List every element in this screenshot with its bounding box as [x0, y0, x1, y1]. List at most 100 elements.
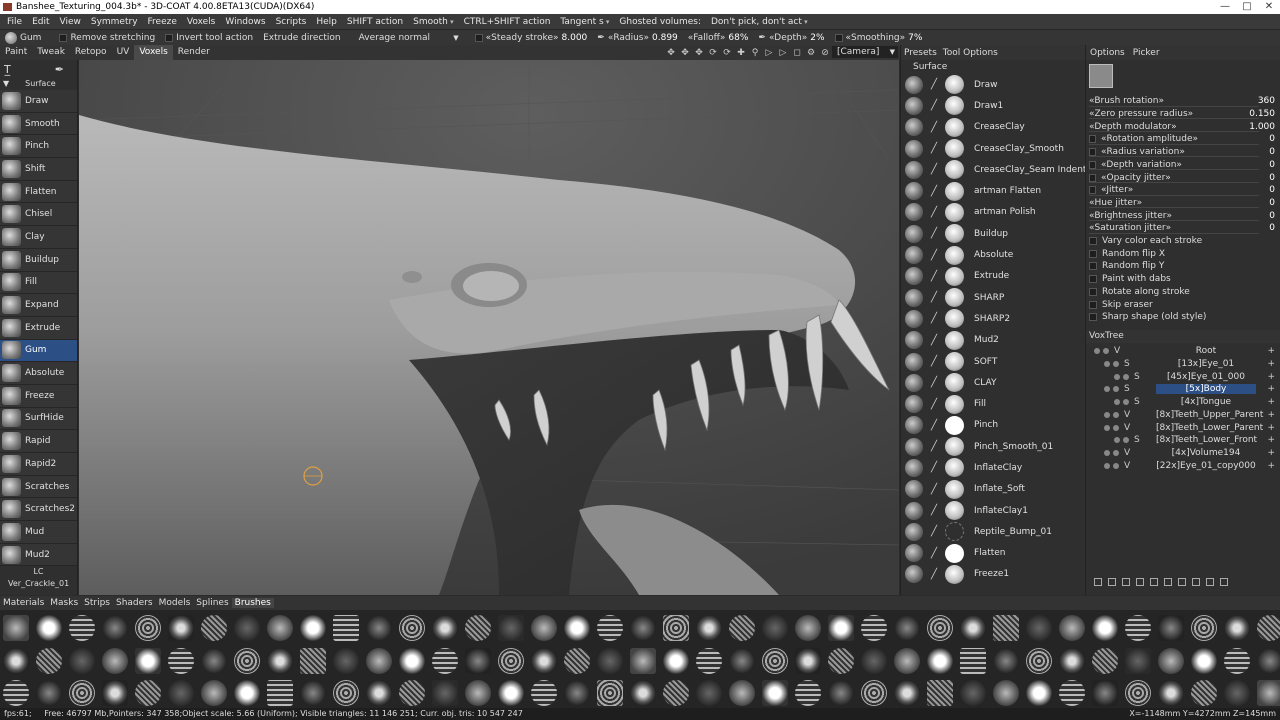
brush-alpha-cell[interactable] — [33, 677, 66, 708]
voxtree-add-icon[interactable] — [1094, 578, 1102, 586]
tab-brushes[interactable]: Brushes — [231, 598, 274, 608]
visibility-eye-icon[interactable] — [1104, 386, 1110, 393]
tool-gum[interactable]: Gum — [0, 339, 77, 363]
brush-alpha-cell[interactable] — [66, 645, 99, 677]
tab-tool-options[interactable]: Tool Options — [940, 48, 1001, 58]
brush-alpha-cell[interactable] — [891, 612, 924, 644]
brush-alpha-cell[interactable] — [495, 645, 528, 677]
tool-draw[interactable]: Draw — [0, 90, 77, 113]
brush-alpha-cell[interactable] — [990, 645, 1023, 677]
brush-alpha-cell[interactable] — [990, 612, 1023, 644]
menu-item-tangent-s[interactable]: Tangent s — [555, 14, 614, 30]
menu-item-smooth[interactable]: Smooth — [408, 14, 458, 30]
voxtree-copy-icon[interactable] — [1122, 578, 1130, 586]
brush-alpha-cell[interactable] — [33, 612, 66, 644]
slider-track[interactable] — [1089, 105, 1259, 107]
tool-smooth[interactable]: Smooth — [0, 112, 77, 136]
slider-saturation-jitter[interactable]: «Saturation jitter» 0 — [1089, 222, 1279, 235]
brush-alpha-cell[interactable] — [33, 645, 66, 677]
preset-sharp[interactable]: ╱ SHARP — [901, 287, 1085, 308]
brush-alpha-cell[interactable] — [957, 645, 990, 677]
brush-alpha-cell[interactable] — [396, 677, 429, 708]
brush-alpha-cell[interactable] — [1154, 612, 1187, 644]
preset-creaseclay-seam-indent[interactable]: ╱ CreaseClay_Seam Indent — [901, 159, 1086, 180]
lock-icon[interactable] — [1113, 386, 1119, 393]
slider-depth-variation[interactable]: «Depth variation» 0 — [1089, 159, 1279, 172]
play-icon[interactable]: ▷ — [763, 47, 775, 59]
brush-alpha-cell[interactable] — [330, 612, 363, 644]
tab-shaders[interactable]: Shaders — [113, 598, 156, 608]
add-child-icon[interactable]: + — [1267, 410, 1275, 420]
brush-alpha-cell[interactable] — [198, 677, 231, 708]
fit-icon[interactable]: ◻ — [791, 47, 803, 59]
add-child-icon[interactable]: + — [1267, 359, 1275, 369]
tool-absolute[interactable]: Absolute — [0, 362, 77, 385]
add-child-icon[interactable]: + — [1267, 346, 1275, 356]
collapse-icon[interactable]: ▼ — [3, 78, 9, 90]
brush-alpha-cell[interactable] — [957, 612, 990, 644]
preset-reptile-bump-01[interactable]: ╱ Reptile_Bump_01 — [901, 521, 1085, 542]
menu-item-don-t-pick-don-t-act[interactable]: Don't pick, don't act — [706, 14, 813, 30]
brush-alpha-cell[interactable] — [1088, 645, 1121, 677]
visibility-eye-icon[interactable] — [1104, 462, 1110, 469]
brush-alpha-cell[interactable] — [990, 677, 1023, 708]
menu-item-shift-action[interactable]: SHIFT action — [342, 14, 408, 30]
lock-icon[interactable] — [1113, 411, 1119, 418]
preset-sharp2[interactable]: ╱ SHARP2 — [901, 308, 1085, 329]
preset-buildup[interactable]: ╱ Buildup — [901, 223, 1085, 244]
tool-mud[interactable]: Mud — [0, 521, 77, 544]
extrude-direction-select[interactable]: Average normal ▼ — [354, 33, 464, 43]
brush-alpha-cell[interactable] — [1253, 645, 1280, 677]
brush-alpha-cell[interactable] — [1187, 677, 1220, 708]
3d-viewport[interactable] — [79, 60, 899, 595]
brush-alpha-cell[interactable] — [726, 612, 759, 644]
preset-clay[interactable]: ╱ CLAY — [901, 372, 1085, 393]
voxtree-clone-icon[interactable] — [1164, 578, 1172, 586]
tool-fill[interactable]: Fill — [0, 271, 77, 295]
brush-alpha-cell[interactable] — [528, 677, 561, 708]
slider-track[interactable] — [1089, 143, 1259, 145]
checkbox[interactable] — [1089, 287, 1097, 296]
depth-field[interactable]: ✒ «Depth» 2% — [753, 33, 829, 43]
preset-inflateclay1[interactable]: ╱ InflateClay1 — [901, 500, 1085, 521]
preset-creaseclay[interactable]: ╱ CreaseClay — [901, 117, 1085, 138]
brush-alpha-cell[interactable] — [99, 612, 132, 644]
brush-alpha-cell[interactable] — [1253, 612, 1280, 644]
slider-brightness-jitter[interactable]: «Brightness jitter» 0 — [1089, 209, 1279, 222]
move-icon[interactable]: ✚ — [735, 47, 747, 59]
slider-track[interactable] — [1089, 156, 1259, 158]
brush-alpha-cell[interactable] — [1023, 645, 1056, 677]
tab-uv[interactable]: UV — [112, 45, 135, 60]
brush-alpha-cell[interactable] — [825, 677, 858, 708]
add-child-icon[interactable]: + — [1267, 397, 1275, 407]
rotate-view-icon[interactable]: ⟳ — [707, 47, 719, 59]
slider-jitter[interactable]: «Jitter» 0 — [1089, 184, 1279, 197]
brush-alpha-cell[interactable] — [297, 645, 330, 677]
brush-alpha-cell[interactable] — [231, 645, 264, 677]
preset-inflate-soft[interactable]: ╱ Inflate_Soft — [901, 479, 1085, 500]
tab-picker[interactable]: Picker — [1129, 48, 1164, 58]
slider-opacity-jitter[interactable]: «Opacity jitter» 0 — [1089, 171, 1279, 184]
tab-models[interactable]: Models — [156, 598, 194, 608]
tool-extrude[interactable]: Extrude — [0, 316, 77, 340]
pen-pressure-icon[interactable] — [1089, 148, 1096, 157]
brush-alpha-cell[interactable] — [462, 645, 495, 677]
brush-alpha-cell[interactable] — [1187, 612, 1220, 644]
tab-strips[interactable]: Strips — [81, 598, 113, 608]
brush-alpha-cell[interactable] — [1220, 645, 1253, 677]
tab-presets[interactable]: Presets — [901, 48, 940, 58]
add-child-icon[interactable]: + — [1267, 384, 1275, 394]
brush-alpha-cell[interactable] — [330, 645, 363, 677]
no-symbol-icon[interactable]: ⊘ — [819, 47, 831, 59]
lock-icon[interactable] — [1113, 361, 1119, 368]
brush-alpha-cell[interactable] — [396, 645, 429, 677]
menu-item-help[interactable]: Help — [311, 14, 342, 30]
slider-track[interactable] — [1089, 194, 1259, 196]
brush-alpha-cell[interactable] — [1121, 677, 1154, 708]
visibility-eye-icon[interactable] — [1094, 348, 1100, 355]
brush-alpha-cell[interactable] — [759, 612, 792, 644]
slider-track[interactable] — [1089, 169, 1259, 171]
brush-alpha-cell[interactable] — [99, 645, 132, 677]
brush-alpha-cell[interactable] — [1121, 612, 1154, 644]
tool-chisel[interactable]: Chisel — [0, 203, 77, 227]
